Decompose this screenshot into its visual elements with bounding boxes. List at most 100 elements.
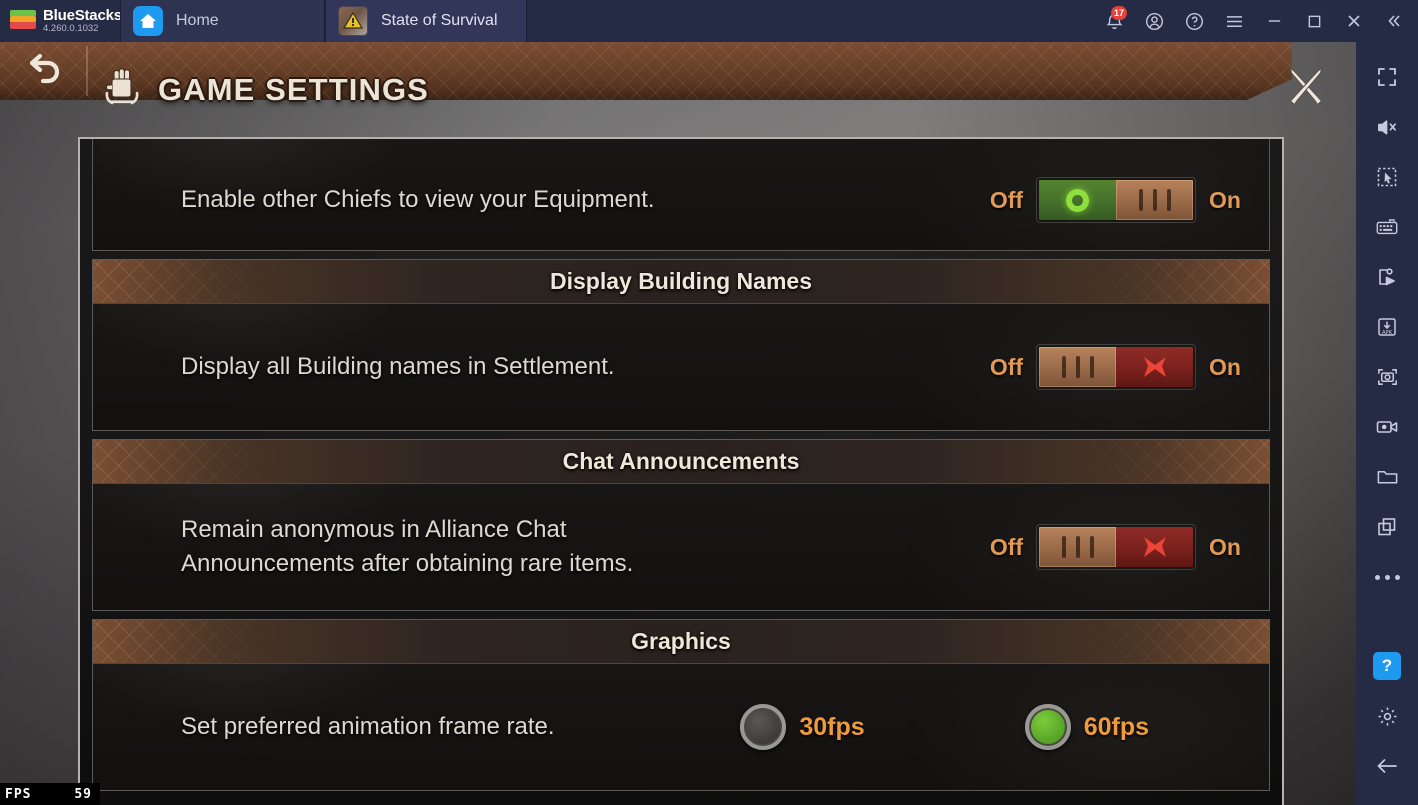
tab-home-label: Home: [176, 12, 219, 29]
section-title: Graphics: [631, 628, 731, 654]
macro-script-icon[interactable]: [1356, 252, 1418, 302]
notification-badge: 17: [1110, 6, 1127, 20]
screenshot-icon[interactable]: [1356, 352, 1418, 402]
section-header: Graphics: [93, 620, 1269, 664]
media-folder-icon[interactable]: [1356, 452, 1418, 502]
section-title: Chat Announcements: [562, 448, 800, 474]
help-button-icon[interactable]: ?: [1356, 641, 1418, 691]
settings-panel: Enable other Chiefs to view your Equipme…: [78, 137, 1284, 805]
minimize-icon[interactable]: [1254, 0, 1294, 42]
toggle-on-label: On: [1209, 353, 1241, 380]
titlebar-spacer: [527, 0, 1094, 42]
bluestacks-window: BlueStacks 4.260.0.1032 Home State of Su…: [0, 0, 1418, 805]
svg-text:APK: APK: [1382, 330, 1393, 336]
setting-row-equipment-visibility: Enable other Chiefs to view your Equipme…: [93, 139, 1269, 250]
radio-option-30fps[interactable]: 30fps: [740, 704, 865, 750]
toggle-control-display-building-names: Off On: [990, 345, 1241, 389]
setting-label: Remain anonymous in Alliance Chat Announ…: [181, 513, 990, 581]
game-app-icon: [338, 6, 368, 36]
bluestacks-sidebar: APK ?: [1356, 42, 1418, 805]
toggle-control-chat-anonymity: Off On: [990, 525, 1241, 569]
game-settings-header: GAME SETTINGS: [0, 42, 1292, 107]
collapse-left-icon[interactable]: [1374, 0, 1414, 42]
section-title: Display Building Names: [549, 268, 812, 294]
multi-instance-icon[interactable]: [1356, 502, 1418, 552]
hamburger-menu-icon[interactable]: [1214, 0, 1254, 42]
fist-crest-icon: [96, 63, 148, 113]
setting-section-chat-announcements: Chat Announcements Remain anonymous in A…: [92, 439, 1270, 611]
sidebar-back-arrow-icon[interactable]: [1356, 741, 1418, 791]
header-divider: [86, 46, 88, 96]
account-icon[interactable]: [1134, 0, 1174, 42]
toggle-off-label: Off: [989, 353, 1024, 380]
brand-version: 4.260.0.1032: [43, 22, 99, 34]
tab-home[interactable]: Home: [120, 0, 325, 42]
brand-name: BlueStacks: [43, 7, 122, 25]
help-circle-icon[interactable]: [1174, 0, 1214, 42]
setting-section-graphics: Graphics Set preferred animation frame r…: [92, 619, 1270, 791]
setting-label-line2: Announcements after obtaining rare items…: [181, 550, 634, 577]
radio-label: 60fps: [1083, 712, 1149, 741]
mute-icon[interactable]: [1356, 102, 1418, 152]
more-options-icon[interactable]: [1356, 552, 1418, 602]
system-icon-group: 17: [1094, 0, 1418, 42]
settings-scroll-content: Enable other Chiefs to view your Equipme…: [92, 139, 1270, 791]
home-icon: [133, 6, 163, 36]
setting-row-display-building-names: Display all Building names in Settlement…: [93, 304, 1269, 430]
toggle-knob: [1039, 347, 1117, 387]
game-viewport: GAME SETTINGS Enable other Chiefs to vie…: [0, 42, 1356, 805]
toggle-on-side: [1039, 180, 1117, 220]
fps-label: FPS: [5, 786, 32, 802]
back-arrow-icon[interactable]: [6, 45, 82, 97]
close-icon[interactable]: [1334, 0, 1374, 42]
keyboard-controls-icon[interactable]: [1356, 202, 1418, 252]
setting-label-line1: Remain anonymous in Alliance Chat: [181, 515, 567, 543]
toggle-off-label: Off: [989, 186, 1024, 213]
tab-strip: Home State of Survival: [120, 0, 527, 42]
radio-option-60fps[interactable]: 60fps: [1024, 704, 1149, 750]
setting-label: Display all Building names in Settlement…: [181, 352, 615, 380]
notifications-bell-icon[interactable]: 17: [1094, 0, 1134, 42]
tab-state-of-survival-label: State of Survival: [381, 12, 498, 29]
page-title: GAME SETTINGS: [158, 72, 429, 107]
setting-label: Enable other Chiefs to view your Equipme…: [181, 185, 655, 213]
install-apk-icon[interactable]: APK: [1356, 302, 1418, 352]
fps-counter: FPS 59: [0, 783, 100, 805]
help-button-label: ?: [1373, 652, 1401, 680]
toggle-off-x-icon: [1143, 357, 1166, 377]
toggle-switch-equipment-visibility[interactable]: [1037, 178, 1196, 222]
radio-dot-icon: [1024, 704, 1071, 750]
toggle-on-ring-icon: [1066, 188, 1090, 212]
maximize-icon[interactable]: [1294, 0, 1334, 42]
radio-dot-icon: [740, 704, 787, 750]
setting-section-display-building-names: Display Building Names Display all Build…: [92, 259, 1270, 431]
tab-state-of-survival[interactable]: State of Survival: [325, 0, 527, 42]
fps-value: 59: [74, 786, 92, 802]
bluestacks-brand: BlueStacks 4.260.0.1032: [0, 0, 122, 42]
fullscreen-icon[interactable]: [1356, 52, 1418, 102]
toggle-knob: [1116, 180, 1194, 220]
toggle-off-x-icon: [1143, 537, 1166, 557]
setting-card-equipment-visibility: Enable other Chiefs to view your Equipme…: [92, 139, 1270, 251]
bluestacks-titlebar: BlueStacks 4.260.0.1032 Home State of Su…: [0, 0, 1418, 42]
settings-gear-icon[interactable]: [1356, 691, 1418, 741]
toggle-switch-chat-anonymity[interactable]: [1037, 525, 1196, 569]
setting-row-frame-rate: Set preferred animation frame rate. 30fp…: [93, 664, 1269, 790]
setting-row-chat-anonymity: Remain anonymous in Alliance Chat Announ…: [93, 484, 1269, 610]
frame-rate-radio-group: 30fps 60fps: [740, 704, 1149, 750]
screen-record-icon[interactable]: [1356, 402, 1418, 452]
toggle-control-equipment-visibility: Off On: [990, 178, 1241, 222]
section-header: Chat Announcements: [93, 440, 1269, 484]
toggle-off-label: Off: [989, 533, 1024, 560]
toggle-off-side: [1116, 527, 1194, 567]
toggle-off-side: [1116, 347, 1194, 387]
toggle-knob: [1039, 527, 1117, 567]
cursor-select-icon[interactable]: [1356, 152, 1418, 202]
toggle-switch-display-building-names[interactable]: [1037, 345, 1196, 389]
toggle-on-label: On: [1209, 533, 1241, 560]
bluestacks-logo-icon: [10, 10, 36, 32]
close-x-icon[interactable]: [1278, 58, 1334, 114]
setting-label: Set preferred animation frame rate.: [181, 712, 555, 740]
radio-label: 30fps: [799, 712, 865, 741]
section-header: Display Building Names: [93, 260, 1269, 304]
